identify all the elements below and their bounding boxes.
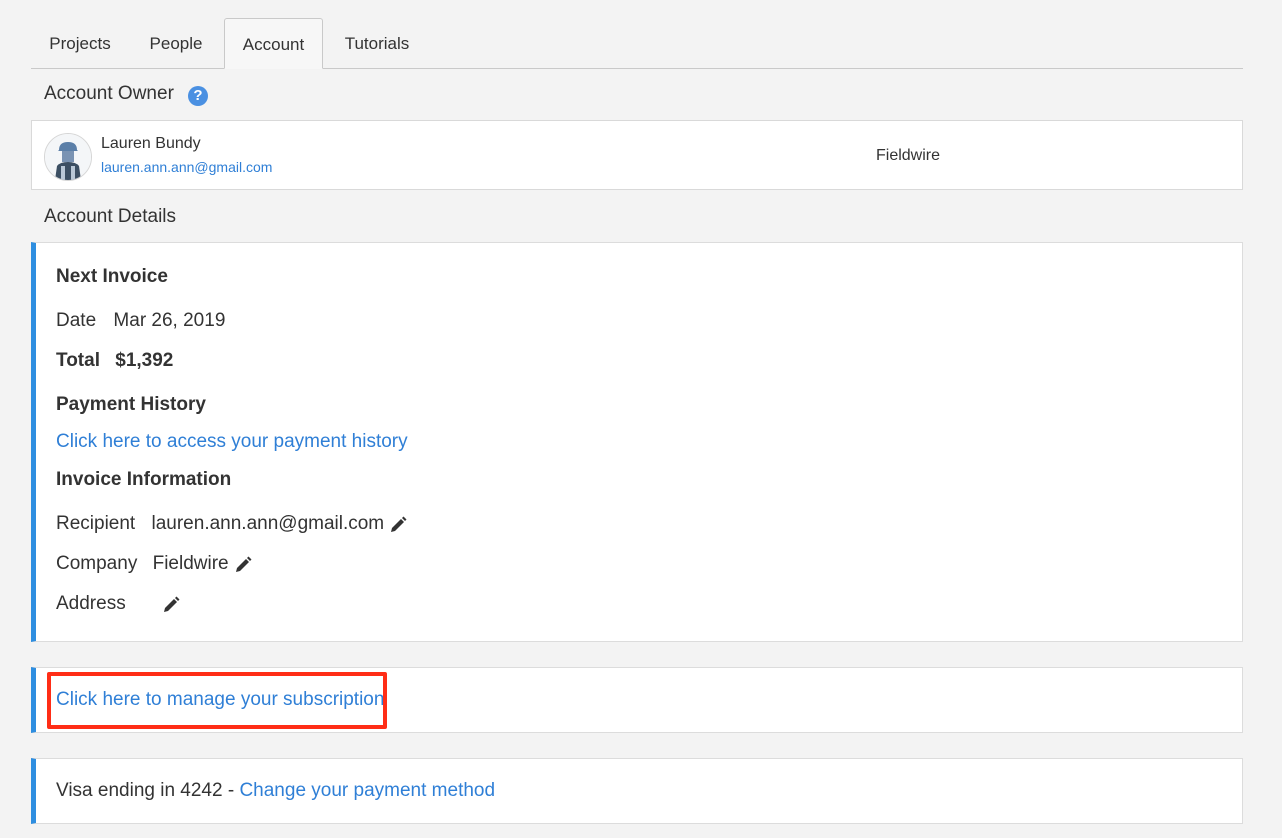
tab-people[interactable]: People (129, 18, 223, 68)
recipient-value: lauren.ann.ann@gmail.com (151, 513, 385, 534)
owner-email-link[interactable]: lauren.ann.ann@gmail.com (101, 159, 272, 175)
payment-method-panel: Visa ending in 4242 - Change your paymen… (31, 758, 1243, 824)
help-icon[interactable]: ? (188, 86, 208, 106)
invoice-total-label: Total (56, 350, 100, 371)
avatar (44, 133, 92, 181)
invoice-total-row: Total $1,392 (56, 350, 173, 372)
tab-tutorials[interactable]: Tutorials (323, 18, 431, 68)
company-label: Company (56, 553, 138, 574)
worker-avatar-icon (45, 134, 91, 180)
account-owner-title: Account Owner (44, 83, 174, 104)
company-value: Fieldwire (152, 553, 229, 574)
next-invoice-heading: Next Invoice (56, 266, 168, 287)
edit-recipient-pencil-icon[interactable] (389, 515, 407, 533)
invoice-total-value: $1,392 (115, 350, 174, 371)
owner-company: Fieldwire (876, 147, 941, 164)
address-row: Address (56, 593, 180, 615)
owner-name: Lauren Bundy (101, 135, 201, 152)
tab-bar: Projects People Account Tutorials (31, 18, 1243, 69)
invoice-date-value: Mar 26, 2019 (113, 310, 226, 331)
tab-account[interactable]: Account (224, 18, 323, 69)
change-payment-method-link[interactable]: Change your payment method (239, 780, 495, 801)
recipient-label: Recipient (56, 513, 136, 534)
invoice-date-row: Date Mar 26, 2019 (56, 310, 225, 332)
account-details-title: Account Details (44, 206, 177, 227)
account-details-panel: Next Invoice Date Mar 26, 2019 Total $1,… (31, 242, 1243, 642)
invoice-information-heading: Invoice Information (56, 469, 232, 490)
invoice-date-label: Date (56, 310, 97, 331)
owner-card: Lauren Bundy lauren.ann.ann@gmail.com Fi… (31, 120, 1243, 190)
payment-method-row: Visa ending in 4242 - Change your paymen… (56, 780, 495, 802)
edit-company-pencil-icon[interactable] (234, 555, 252, 573)
company-row: Company Fieldwire (56, 553, 252, 575)
address-label: Address (56, 593, 126, 614)
edit-address-pencil-icon[interactable] (162, 595, 180, 613)
subscription-highlight-box (47, 672, 387, 729)
card-info-text: Visa ending in 4242 - (56, 780, 240, 801)
recipient-row: Recipient lauren.ann.ann@gmail.com (56, 513, 407, 535)
payment-history-link[interactable]: Click here to access your payment histor… (56, 431, 408, 453)
tab-projects[interactable]: Projects (31, 18, 129, 68)
payment-history-heading: Payment History (56, 394, 206, 415)
